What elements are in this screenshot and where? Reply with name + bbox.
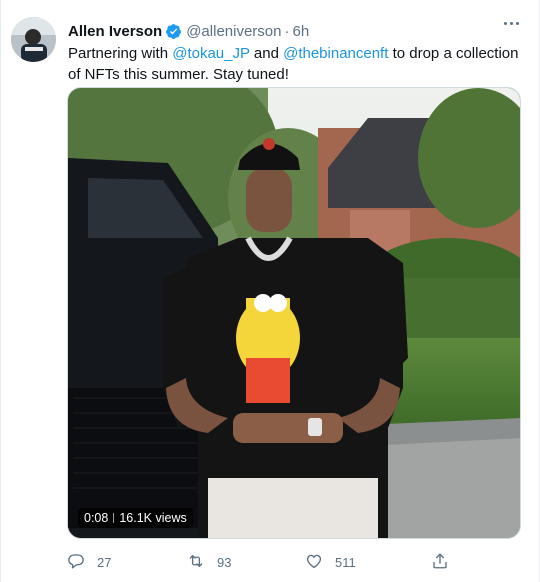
share-icon	[431, 552, 449, 573]
video-thumbnail	[68, 88, 520, 538]
author-handle[interactable]: @alleniverson	[186, 23, 281, 40]
tweet-text: Partnering with @tokau_JP and @thebinanc…	[68, 43, 528, 85]
like-count: 511	[335, 554, 356, 570]
reply-count: 27	[97, 554, 112, 570]
verified-badge-icon	[165, 23, 182, 40]
tweet-text-middle: and	[249, 45, 284, 62]
retweet-icon	[187, 552, 205, 573]
action-bar: 27 93 511	[67, 552, 467, 572]
video-info-badge: 0:08 16.1K views	[78, 508, 193, 528]
video-views: 16.1K views	[119, 511, 187, 525]
badge-divider	[113, 513, 115, 523]
like-icon	[305, 552, 323, 573]
reply-button[interactable]: 27	[67, 552, 111, 573]
more-options-icon[interactable]	[504, 22, 519, 25]
like-button[interactable]: 511	[305, 552, 356, 573]
tweet-card[interactable]: Allen Iverson @alleniverson · 6h Partner…	[0, 0, 540, 582]
retweet-button[interactable]: 93	[187, 552, 231, 573]
avatar[interactable]	[11, 17, 56, 62]
reply-icon	[67, 552, 85, 573]
timestamp[interactable]: 6h	[292, 23, 309, 40]
mention-thebinancenft[interactable]: @thebinancenft	[283, 45, 388, 62]
author-name[interactable]: Allen Iverson	[68, 23, 162, 40]
separator-dot: ·	[284, 22, 290, 40]
retweet-count: 93	[217, 554, 232, 570]
mention-tokau[interactable]: @tokau_JP	[172, 45, 250, 62]
tweet-header: Allen Iverson @alleniverson · 6h	[68, 20, 525, 42]
video-duration: 0:08	[84, 511, 109, 525]
tweet-text-start: Partnering with	[68, 45, 173, 62]
share-button[interactable]	[431, 552, 449, 573]
video-player[interactable]: 0:08 16.1K views	[67, 87, 521, 539]
